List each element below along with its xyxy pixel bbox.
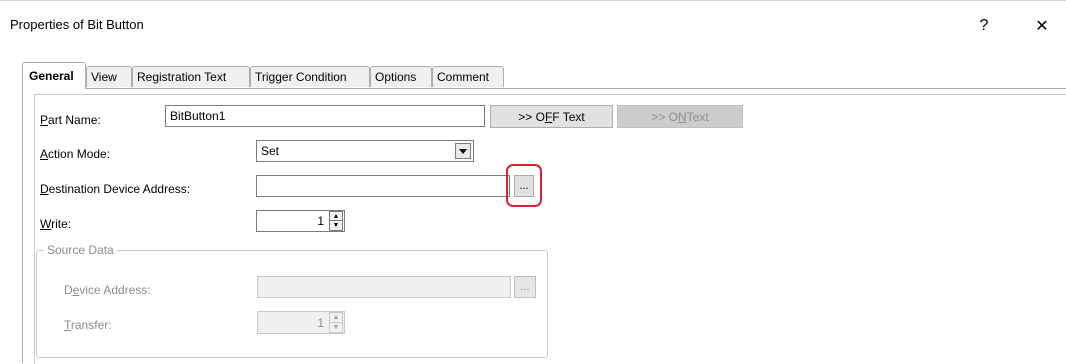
- action-mode-label: Action Mode:: [40, 147, 111, 161]
- help-button[interactable]: ?: [964, 11, 1004, 41]
- spin-up-icon[interactable]: ▲: [330, 313, 342, 323]
- spin-up-icon[interactable]: ▲: [330, 212, 342, 221]
- highlight-callout: [506, 164, 542, 207]
- transfer-label: Transfer:: [64, 318, 112, 332]
- destination-address-input[interactable]: [256, 175, 510, 197]
- tab-comment[interactable]: Comment: [432, 66, 504, 87]
- close-icon: ✕: [1035, 18, 1049, 35]
- close-button[interactable]: ✕: [1022, 11, 1062, 41]
- tab-label: Options: [375, 70, 417, 84]
- tab-view[interactable]: View: [86, 66, 132, 87]
- tab-trigger-condition[interactable]: Trigger Condition: [250, 66, 370, 87]
- tab-registration-text[interactable]: Registration Text: [132, 66, 250, 87]
- window-title: Properties of Bit Button: [10, 17, 144, 32]
- tab-label: Registration Text: [137, 70, 227, 84]
- device-address-browse-button[interactable]: ...: [514, 276, 536, 298]
- off-text-button[interactable]: >> OFF Text: [490, 105, 613, 128]
- source-data-group: [36, 250, 548, 358]
- part-name-label: Part Name:: [40, 113, 101, 127]
- part-name-input[interactable]: BitButton1: [165, 105, 485, 127]
- chevron-down-icon[interactable]: [455, 143, 471, 159]
- device-address-label: Device Address:: [64, 283, 151, 297]
- write-label: Write:: [40, 217, 72, 231]
- source-data-legend: Source Data: [44, 243, 117, 257]
- help-icon: ?: [979, 17, 989, 34]
- destination-address-label: Destination Device Address:: [40, 182, 191, 196]
- tab-label: View: [91, 70, 117, 84]
- title-bar: Properties of Bit Button ? ✕: [0, 0, 1066, 51]
- tab-label: Trigger Condition: [255, 70, 347, 84]
- write-spin[interactable]: ▲ ▼: [329, 211, 343, 231]
- tab-label: General: [29, 69, 74, 83]
- tab-label: Comment: [437, 70, 490, 84]
- tab-general[interactable]: General: [22, 62, 86, 89]
- transfer-spin[interactable]: ▲ ▼: [329, 312, 343, 333]
- ellipsis-icon: ...: [520, 281, 530, 293]
- spin-down-icon[interactable]: ▼: [330, 221, 342, 230]
- action-mode-select[interactable]: Set: [256, 140, 474, 162]
- on-text-button[interactable]: >> ON Text: [617, 105, 743, 128]
- tab-options[interactable]: Options: [370, 66, 432, 87]
- device-address-input[interactable]: [257, 276, 511, 298]
- spin-down-icon[interactable]: ▼: [330, 323, 342, 333]
